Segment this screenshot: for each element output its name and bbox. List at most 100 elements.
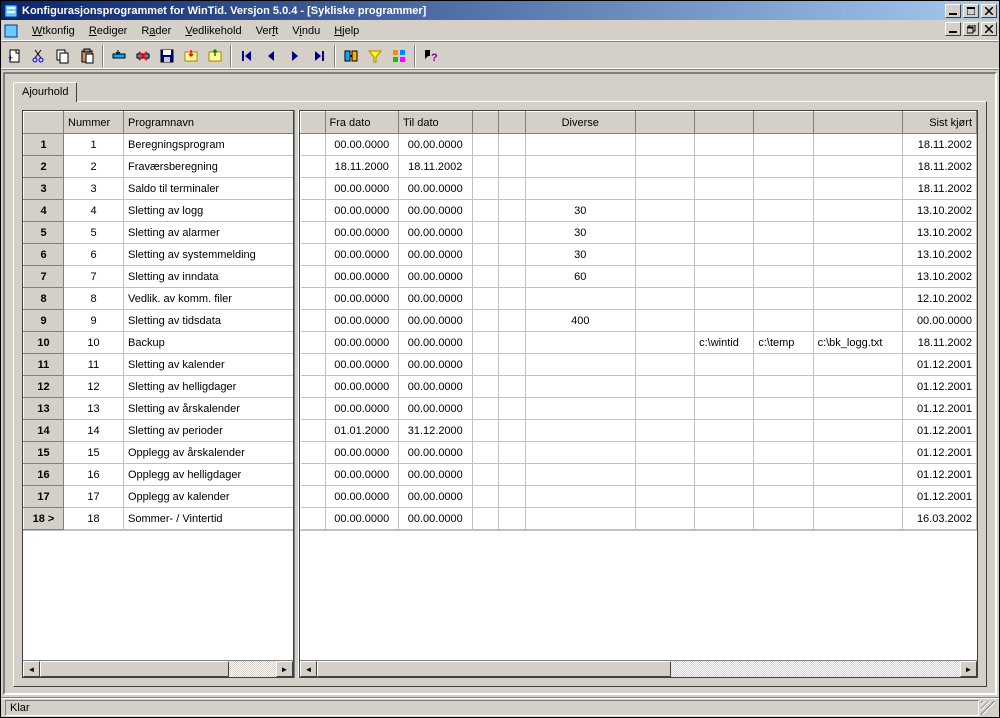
cell-programnavn[interactable]: Sletting av tidsdata bbox=[124, 310, 294, 332]
cell[interactable] bbox=[525, 486, 635, 508]
menu-rediger[interactable]: Rediger bbox=[82, 23, 135, 39]
cell[interactable] bbox=[301, 464, 326, 486]
cell[interactable] bbox=[472, 178, 499, 200]
cell[interactable] bbox=[301, 222, 326, 244]
cell[interactable] bbox=[301, 354, 326, 376]
table-row[interactable]: 00.00.000000.00.000018.11.2002 bbox=[301, 178, 977, 200]
prev-icon[interactable] bbox=[259, 45, 282, 67]
cell[interactable] bbox=[301, 508, 326, 530]
scroll-left-icon[interactable]: ◄ bbox=[23, 661, 40, 677]
cell[interactable]: 00.00.0000 bbox=[325, 486, 399, 508]
cell[interactable]: 01.12.2001 bbox=[903, 398, 977, 420]
cell[interactable] bbox=[472, 442, 499, 464]
cell[interactable] bbox=[472, 222, 499, 244]
mdi-close-button[interactable] bbox=[981, 22, 997, 36]
row-header[interactable]: 7 bbox=[24, 266, 64, 288]
cell[interactable] bbox=[472, 464, 499, 486]
cell[interactable]: 00.00.0000 bbox=[399, 354, 473, 376]
close-button[interactable] bbox=[981, 4, 997, 18]
col-header[interactable]: Fra dato bbox=[325, 112, 399, 134]
hscroll-left[interactable]: ◄ ► bbox=[23, 660, 293, 677]
cell[interactable]: 01.12.2001 bbox=[903, 486, 977, 508]
cell[interactable] bbox=[472, 266, 499, 288]
cell[interactable] bbox=[472, 310, 499, 332]
cell[interactable]: 00.00.0000 bbox=[399, 222, 473, 244]
cell[interactable] bbox=[754, 310, 813, 332]
col-corner[interactable] bbox=[24, 112, 64, 134]
table-row[interactable]: 00.00.000000.00.000001.12.2001 bbox=[301, 354, 977, 376]
cell[interactable] bbox=[754, 464, 813, 486]
cell[interactable] bbox=[525, 398, 635, 420]
table-row[interactable]: 22Fraværsberegning bbox=[24, 156, 294, 178]
cell[interactable] bbox=[754, 222, 813, 244]
mdi-restore-button[interactable] bbox=[963, 22, 979, 36]
cell[interactable] bbox=[301, 398, 326, 420]
cell[interactable] bbox=[635, 222, 694, 244]
cell[interactable]: 00.00.0000 bbox=[325, 200, 399, 222]
cell[interactable] bbox=[754, 244, 813, 266]
cell[interactable] bbox=[635, 420, 694, 442]
cell[interactable]: 00.00.0000 bbox=[399, 200, 473, 222]
delete-icon[interactable] bbox=[131, 45, 154, 67]
table-row[interactable]: 00.00.000000.00.00003013.10.2002 bbox=[301, 222, 977, 244]
cell[interactable] bbox=[754, 134, 813, 156]
cell[interactable] bbox=[754, 354, 813, 376]
cell[interactable] bbox=[525, 288, 635, 310]
table-row[interactable]: 1313Sletting av årskalender bbox=[24, 398, 294, 420]
cell[interactable] bbox=[635, 156, 694, 178]
col-header[interactable]: Til dato bbox=[399, 112, 473, 134]
cell[interactable] bbox=[695, 244, 754, 266]
table-row[interactable]: 11Beregningsprogram bbox=[24, 134, 294, 156]
cell[interactable] bbox=[301, 134, 326, 156]
cell-programnavn[interactable]: Sommer- / Vintertid bbox=[124, 508, 294, 530]
scroll-track[interactable] bbox=[317, 661, 960, 677]
hscroll-right[interactable]: ◄ ► bbox=[300, 660, 977, 677]
cell[interactable] bbox=[635, 178, 694, 200]
cell[interactable] bbox=[695, 398, 754, 420]
cell-nummer[interactable]: 7 bbox=[64, 266, 124, 288]
table-row[interactable]: 66Sletting av systemmelding bbox=[24, 244, 294, 266]
cell-nummer[interactable]: 16 bbox=[64, 464, 124, 486]
cell[interactable] bbox=[813, 156, 903, 178]
cell-programnavn[interactable]: Saldo til terminaler bbox=[124, 178, 294, 200]
resize-grip-icon[interactable] bbox=[981, 701, 995, 715]
cell[interactable] bbox=[754, 420, 813, 442]
cell[interactable]: 60 bbox=[525, 266, 635, 288]
cell-programnavn[interactable]: Backup bbox=[124, 332, 294, 354]
cell[interactable]: 01.12.2001 bbox=[903, 464, 977, 486]
cell[interactable] bbox=[813, 420, 903, 442]
cell[interactable] bbox=[635, 486, 694, 508]
export-icon[interactable] bbox=[203, 45, 226, 67]
cell[interactable]: 00.00.0000 bbox=[325, 310, 399, 332]
cell-nummer[interactable]: 15 bbox=[64, 442, 124, 464]
new-icon[interactable]: + bbox=[3, 45, 26, 67]
table-row[interactable]: 55Sletting av alarmer bbox=[24, 222, 294, 244]
filter-icon[interactable] bbox=[363, 45, 386, 67]
grid-right-body[interactable]: Fra datoTil datoDiverseSist kjørt 00.00.… bbox=[300, 111, 977, 660]
cell[interactable] bbox=[813, 464, 903, 486]
cell[interactable] bbox=[499, 464, 526, 486]
row-header[interactable]: 2 bbox=[24, 156, 64, 178]
cell[interactable] bbox=[525, 354, 635, 376]
link-icon[interactable] bbox=[339, 45, 362, 67]
titlebar[interactable]: Konfigurasjonsprogrammet for WinTid. Ver… bbox=[1, 1, 999, 20]
next-icon[interactable] bbox=[283, 45, 306, 67]
cell[interactable] bbox=[754, 486, 813, 508]
row-header[interactable]: 10 bbox=[24, 332, 64, 354]
cell-nummer[interactable]: 12 bbox=[64, 376, 124, 398]
row-header[interactable]: 9 bbox=[24, 310, 64, 332]
table-row[interactable]: 1717Opplegg av kalender bbox=[24, 486, 294, 508]
cell-programnavn[interactable]: Opplegg av kalender bbox=[124, 486, 294, 508]
cell[interactable] bbox=[499, 376, 526, 398]
row-header[interactable]: 4 bbox=[24, 200, 64, 222]
col-header[interactable] bbox=[695, 112, 754, 134]
mdi-icon[interactable] bbox=[3, 23, 19, 39]
col-header[interactable] bbox=[499, 112, 526, 134]
cell[interactable] bbox=[525, 420, 635, 442]
cell[interactable] bbox=[635, 134, 694, 156]
row-header[interactable]: 16 bbox=[24, 464, 64, 486]
cut-icon[interactable] bbox=[27, 45, 50, 67]
cell[interactable]: 00.00.0000 bbox=[325, 244, 399, 266]
table-row[interactable]: 00.00.000000.00.000001.12.2001 bbox=[301, 486, 977, 508]
table-row[interactable]: 00.00.000000.00.000040000.00.0000 bbox=[301, 310, 977, 332]
